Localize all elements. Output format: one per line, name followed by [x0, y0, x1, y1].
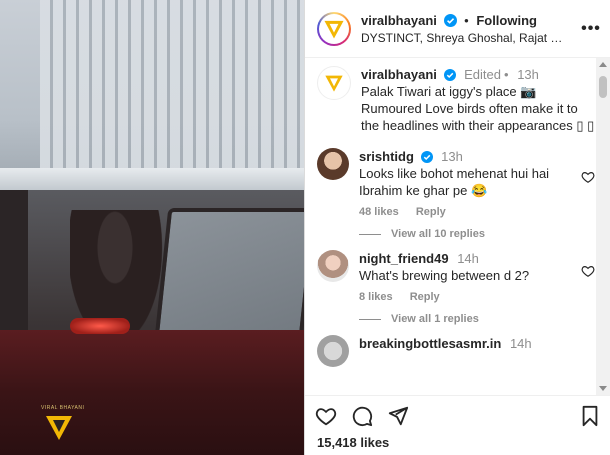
scroll-down-arrow-icon[interactable]	[599, 386, 607, 391]
comment-username[interactable]: night_friend49	[359, 251, 449, 266]
comment-avatar[interactable]	[317, 335, 349, 367]
caption-edited-label: Edited	[464, 67, 501, 82]
comment-likes[interactable]: 48 likes	[359, 206, 399, 218]
caption-dot: •	[504, 67, 509, 82]
share-send-icon[interactable]	[387, 405, 409, 427]
audio-attribution[interactable]: DYSTINCT, Shreya Ghoshal, Rajat Nagpal..…	[361, 31, 571, 45]
header-meta: viralbhayani • Following DYSTINCT, Shrey…	[361, 13, 580, 45]
viral-bhayani-logo-icon	[324, 20, 344, 39]
caption-timestamp[interactable]: 13h	[517, 67, 539, 82]
comment-timestamp[interactable]: 14h	[510, 336, 532, 351]
like-heart-icon[interactable]	[315, 405, 337, 427]
scroll-up-arrow-icon[interactable]	[599, 62, 607, 67]
caption-avatar[interactable]	[317, 66, 351, 100]
comment-body: srishtidg 13h Looks like bohot mehenat h…	[359, 148, 580, 218]
following-button[interactable]: Following	[476, 13, 537, 28]
comment-likes[interactable]: 8 likes	[359, 291, 393, 303]
action-bar	[305, 395, 610, 435]
replies-divider	[359, 233, 381, 235]
scrollbar-thumb[interactable]	[599, 76, 607, 98]
comment-row: srishtidg 13h Looks like bohot mehenat h…	[317, 148, 596, 218]
comment-timestamp[interactable]: 13h	[441, 149, 463, 164]
comment-avatar[interactable]	[317, 250, 349, 282]
comment-row: breakingbottlesasmr.in 14h	[317, 335, 596, 367]
view-replies-label: View all 1 replies	[391, 313, 479, 325]
author-username[interactable]: viralbhayani	[361, 13, 437, 28]
media-tail-light	[70, 318, 130, 334]
scrollbar[interactable]	[596, 58, 610, 395]
comment-body: night_friend49 14h What's brewing betwee…	[359, 250, 580, 303]
viral-bhayani-logo-icon	[325, 75, 343, 92]
caption-username[interactable]: viralbhayani	[361, 67, 437, 82]
verified-badge-icon	[420, 151, 433, 163]
more-options-icon[interactable]: •••	[580, 20, 602, 38]
post-media[interactable]: VIRAL BHAYANI	[0, 0, 304, 455]
like-heart-icon[interactable]	[580, 264, 596, 278]
comment-username[interactable]: srishtidg	[359, 149, 414, 164]
comments-list[interactable]: viralbhayani Edited • 13h Palak Tiwari at…	[305, 58, 610, 395]
media-ledge	[0, 168, 304, 192]
comment-timestamp[interactable]: 14h	[457, 251, 479, 266]
caption-body: viralbhayani Edited • 13h Palak Tiwari at…	[361, 66, 596, 134]
view-replies-label: View all 10 replies	[391, 228, 485, 240]
comment-icon[interactable]	[351, 405, 373, 427]
comment-text: Looks like bohot mehenat hui hai Ibrahim…	[359, 166, 550, 198]
comment-row: night_friend49 14h What's brewing betwee…	[317, 250, 596, 303]
likes-count[interactable]: 15,418 likes	[305, 435, 610, 455]
comment-body: breakingbottlesasmr.in 14h	[359, 335, 596, 367]
verified-badge-icon	[443, 69, 456, 81]
header-separator: •	[464, 12, 469, 28]
caption-text: Palak Tiwari at iggy's place 📷 Rumoured …	[361, 84, 595, 133]
caption-row: viralbhayani Edited • 13h Palak Tiwari at…	[317, 66, 596, 134]
view-replies-button[interactable]: View all 10 replies	[359, 228, 596, 240]
like-heart-icon[interactable]	[580, 170, 596, 184]
comment-username[interactable]: breakingbottlesasmr.in	[359, 336, 501, 351]
reply-button[interactable]: Reply	[416, 206, 446, 218]
verified-badge-icon	[443, 13, 457, 27]
post-modal: VIRAL BHAYANI viralbhayani • Following D…	[0, 0, 610, 455]
replies-divider	[359, 318, 381, 320]
media-car-door	[0, 190, 28, 350]
media-watermark-text: VIRAL BHAYANI	[41, 405, 85, 411]
comment-avatar[interactable]	[317, 148, 349, 180]
comments-panel: viralbhayani • Following DYSTINCT, Shrey…	[304, 0, 610, 455]
comment-text: What's brewing between d 2?	[359, 268, 530, 283]
reply-button[interactable]: Reply	[410, 291, 440, 303]
view-replies-button[interactable]: View all 1 replies	[359, 313, 596, 325]
viral-bhayani-logo-icon	[46, 416, 72, 440]
author-avatar[interactable]	[317, 11, 351, 46]
post-header: viralbhayani • Following DYSTINCT, Shrey…	[305, 0, 610, 58]
save-bookmark-icon[interactable]	[580, 405, 600, 427]
media-window-grille	[40, 0, 304, 175]
